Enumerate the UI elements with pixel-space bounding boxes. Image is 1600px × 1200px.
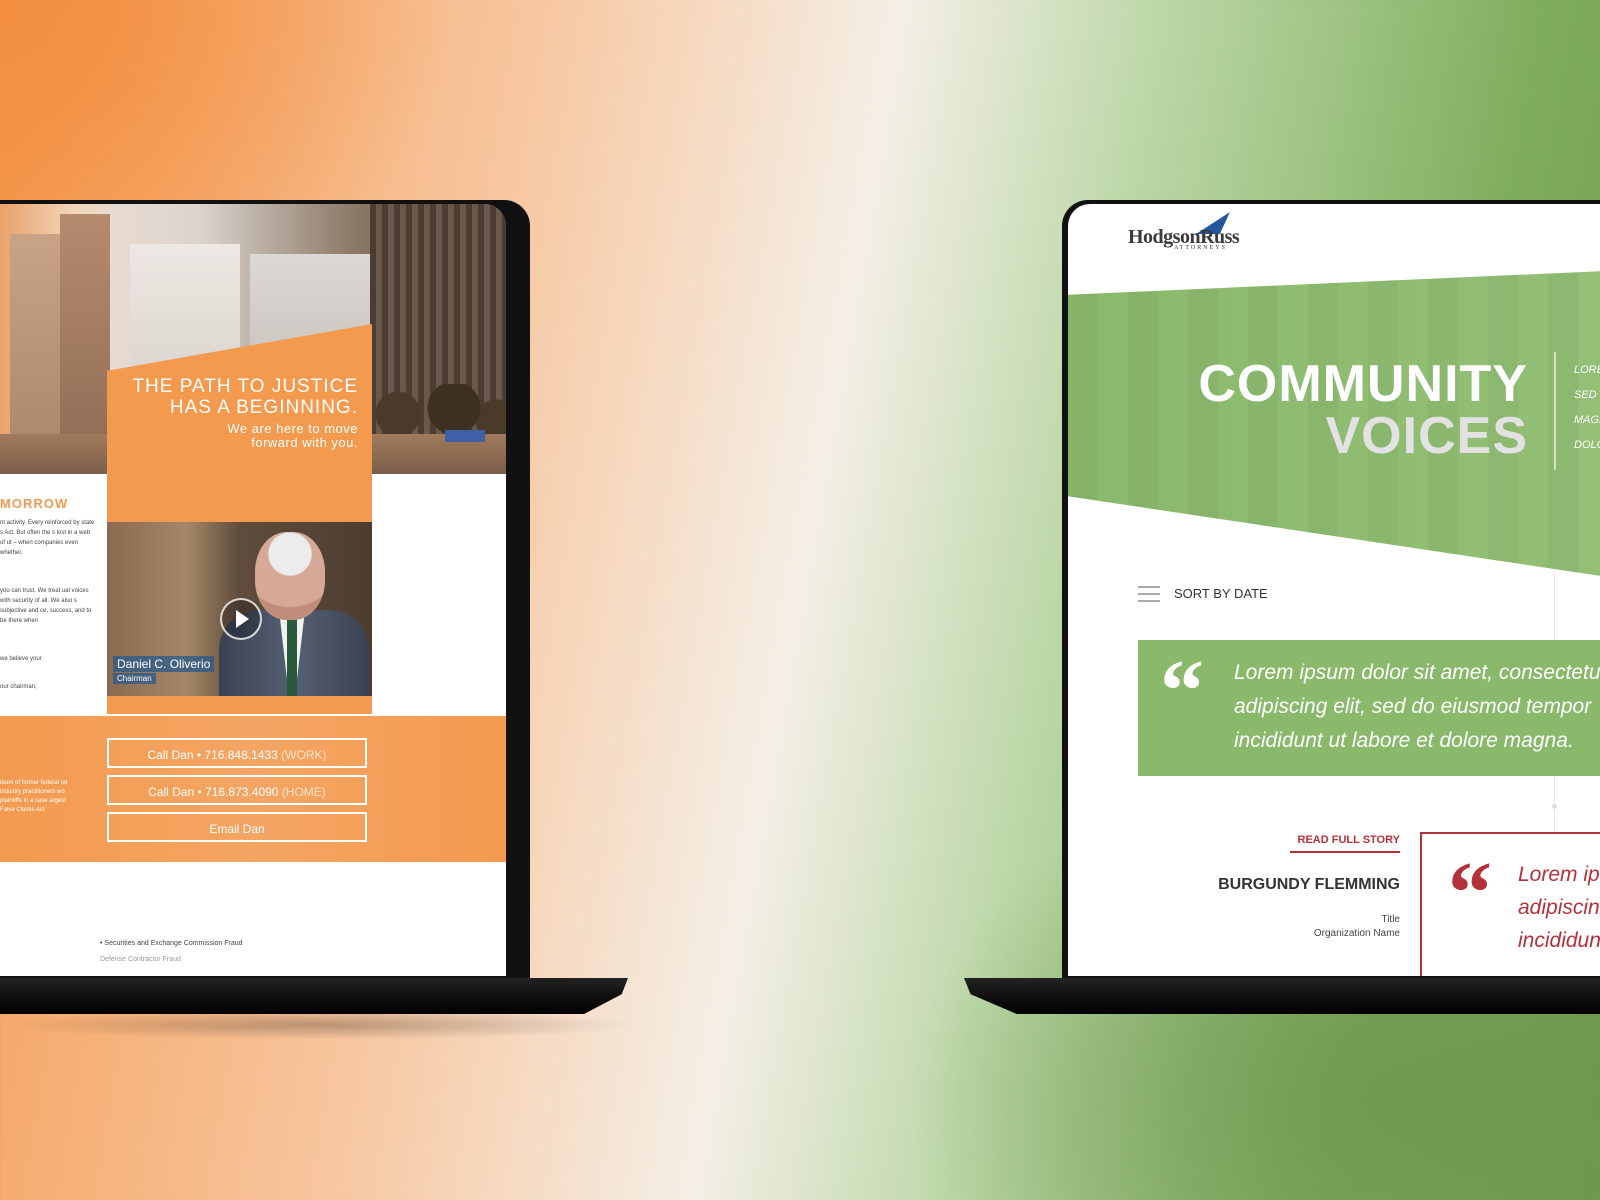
play-icon[interactable] xyxy=(220,598,262,640)
hero-subtitle-line: forward with you. xyxy=(251,435,358,450)
left-laptop-screen: THE PATH TO JUSTICE HAS A BEGINNING. We … xyxy=(0,204,506,976)
body-paragraph: we believe your xyxy=(0,656,42,662)
sort-by-date-button[interactable]: SORT BY DATE xyxy=(1174,586,1268,601)
read-full-story-link[interactable]: READ FULL STORY xyxy=(1290,834,1400,853)
practice-list-item[interactable]: • Securities and Exchange Commission Fra… xyxy=(100,940,243,947)
video-person-role: Chairman xyxy=(113,673,156,684)
banner-side-text: MAGN xyxy=(1574,414,1600,426)
button-label: Call Dan • 716.848.1433 xyxy=(147,748,278,762)
practice-list-item[interactable]: Defense Contractor Fraud xyxy=(100,956,181,963)
banner-side-text: SED D xyxy=(1574,389,1600,401)
right-laptop-screen: HodgsonRuss ATTORNEYS COMMUNITY VOICES L… xyxy=(1068,204,1600,976)
hero-title-line: HAS A BEGINNING. xyxy=(169,397,358,418)
hero-subtitle-line: We are here to move xyxy=(227,421,358,436)
story-person-organization: Organization Name xyxy=(1313,928,1400,939)
floor-shadow xyxy=(0,1010,640,1040)
banner-title: COMMUNITY xyxy=(1198,355,1528,413)
right-laptop-base xyxy=(964,978,1600,1014)
quote-line: adipiscin xyxy=(1518,896,1600,919)
hero-title: THE PATH TO JUSTICE HAS A BEGINNING. xyxy=(110,376,358,418)
quote-mark-icon: “ xyxy=(1448,845,1492,942)
video-person-name: Daniel C. Oliverio xyxy=(113,656,215,672)
quote-mark-icon: “ xyxy=(1160,643,1204,740)
hodgson-russ-logo[interactable]: HodgsonRuss ATTORNEYS xyxy=(1128,226,1240,251)
banner-side-text: DOLO xyxy=(1574,439,1600,451)
timeline-dot xyxy=(1552,804,1557,809)
button-suffix: (WORK) xyxy=(281,748,327,762)
call-work-button[interactable]: Call Dan • 716.848.1433 (WORK) xyxy=(107,738,367,768)
bench-shape xyxy=(445,430,485,442)
banner-divider xyxy=(1554,352,1556,470)
button-suffix: (HOME) xyxy=(281,785,326,799)
hamburger-icon[interactable] xyxy=(1138,586,1160,602)
body-paragraph: our chairman, xyxy=(0,684,37,690)
section-heading: MORROW xyxy=(0,496,69,511)
person-head xyxy=(255,532,325,620)
email-button[interactable]: Email Dan xyxy=(107,812,367,842)
video-player[interactable]: Daniel C. Oliverio Chairman xyxy=(107,522,372,696)
quote-line: incididun xyxy=(1518,929,1600,952)
quote-line: Lorem ip xyxy=(1518,863,1600,886)
featured-quote-card: “ Lorem ipsum dolor sit amet, consectetu… xyxy=(1138,640,1600,776)
person-tie xyxy=(287,618,297,696)
left-laptop-frame: THE PATH TO JUSTICE HAS A BEGINNING. We … xyxy=(0,200,530,980)
call-home-button[interactable]: Call Dan • 716.873.4090 (HOME) xyxy=(107,775,367,805)
quote-line: Lorem ipsum dolor sit amet, consectetur xyxy=(1234,661,1600,684)
body-paragraph: nt activity. Every reinforced by state s… xyxy=(0,520,95,556)
button-label: Email Dan xyxy=(209,822,265,836)
body-paragraph: you can trust. We treat ual voices with … xyxy=(0,588,92,624)
button-label: Call Dan • 716.873.4090 xyxy=(148,785,279,799)
story-person-name: BURGUNDY FLEMMING xyxy=(1218,876,1400,893)
banner-title: VOICES xyxy=(1325,407,1528,465)
quote-text: Lorem ipsum dolor sit amet, consectetur … xyxy=(1234,656,1600,758)
banner-side-text: LORE xyxy=(1574,364,1600,376)
right-laptop-frame: HodgsonRuss ATTORNEYS COMMUNITY VOICES L… xyxy=(1062,200,1600,980)
story-quote-card: “ Lorem ip adipiscin incididun xyxy=(1420,832,1600,976)
hero-title-line: THE PATH TO JUSTICE xyxy=(132,376,358,397)
left-laptop-base xyxy=(0,978,628,1014)
quote-text: Lorem ip adipiscin incididun xyxy=(1518,858,1600,957)
story-person-title: Title xyxy=(1381,914,1400,925)
quote-line: adipiscing elit, sed do eiusmod tempor xyxy=(1234,695,1592,718)
hero-subtitle: We are here to move forward with you. xyxy=(110,422,358,450)
quote-line: incididunt ut labore et dolore magna. xyxy=(1234,729,1574,752)
contact-note: team of former federal nd industry pract… xyxy=(0,780,68,813)
